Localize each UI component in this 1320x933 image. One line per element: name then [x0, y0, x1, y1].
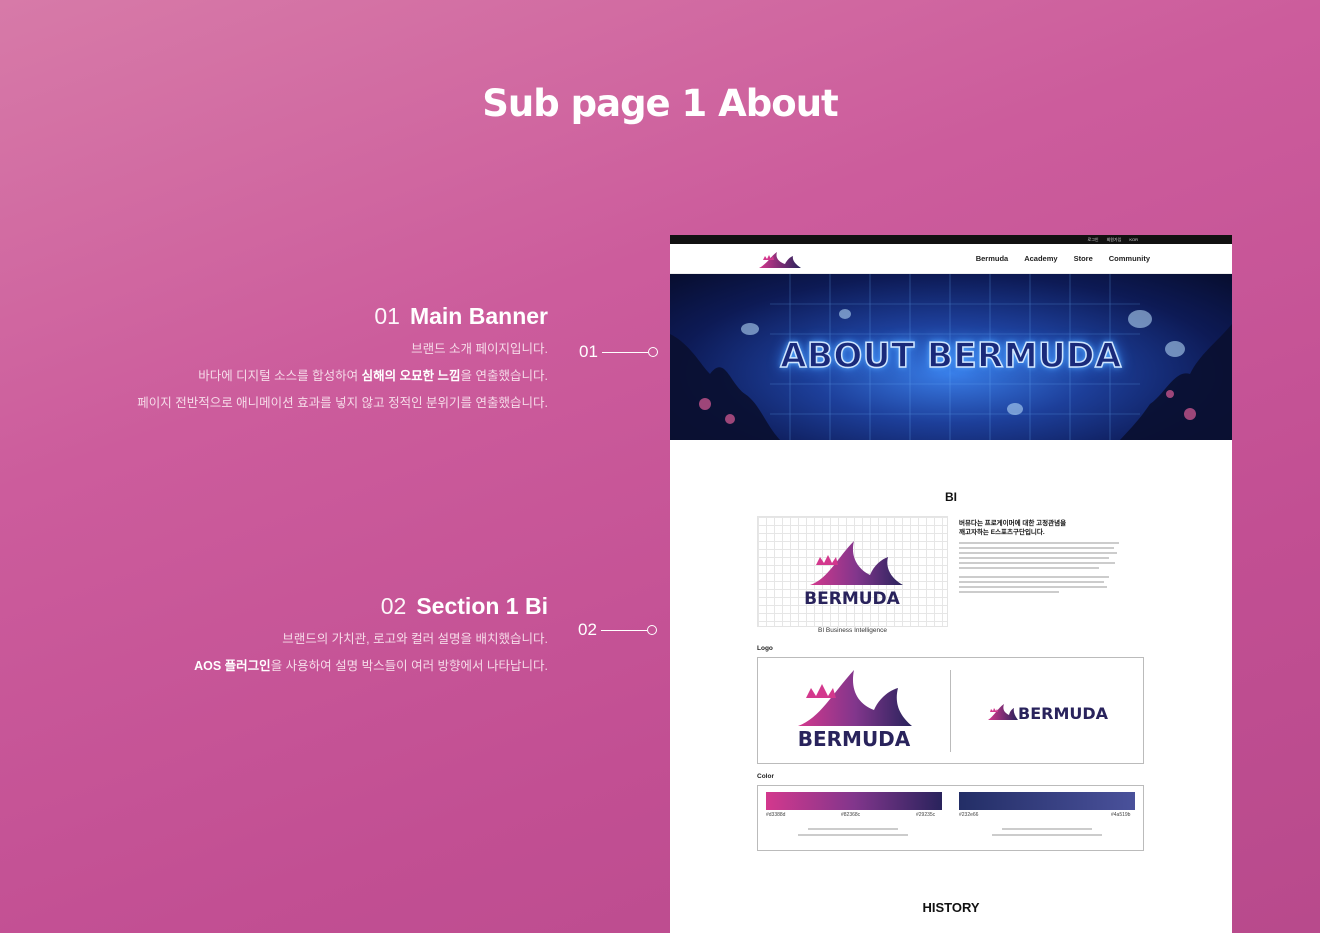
annotation-section-bi: 02 Section 1 Bi 브랜드의 가치관, 로고와 컬러 설명을 배치했습…	[194, 593, 548, 674]
marker-dot-icon	[647, 347, 658, 357]
annotation-line: AOS 플러그인을 사용하여 설명 박스들이 여러 방향에서 나타납니다.	[194, 655, 548, 674]
color-gradient-1	[766, 792, 942, 810]
bi-heading-line: 버뮤다는 프로게이머에 대한 고정관념을	[959, 520, 1067, 527]
nav-item-store[interactable]: Store	[1074, 254, 1093, 263]
annotation-line: 브랜드 소개 페이지입니다.	[411, 342, 548, 356]
bermuda-logo-icon: BERMUDA	[798, 670, 912, 751]
annotation-title: Main Banner	[409, 303, 548, 329]
logo-divider	[950, 670, 951, 752]
marker-dot-icon	[646, 625, 657, 635]
hex-label: #4a519b	[1111, 812, 1131, 818]
annotation-heading: 02 Section 1 Bi	[194, 593, 548, 620]
history-section-title: HISTORY	[922, 900, 980, 915]
bi-body-placeholder	[959, 542, 1124, 593]
logo-wordmark: BERMUDA	[798, 727, 911, 751]
annotation-main-banner: 01 Main Banner 브랜드 소개 페이지입니다. 바다에 디지털 소스를…	[137, 303, 548, 411]
hex-label: #d3388d	[766, 812, 786, 818]
marker-02: 02	[578, 620, 657, 640]
bi-caption: BI Business Intelligence	[817, 627, 887, 634]
marker-01: 01	[579, 342, 658, 362]
annotation-title: Section 1 Bi	[416, 593, 548, 619]
utility-bar: 로그인 회원가입 KOR	[670, 235, 1232, 244]
color-description-1	[788, 826, 918, 840]
bi-description: 버뮤다는 프로게이머에 대한 고정관념을 깨고자하는 E스포츠구단입니다.	[959, 519, 1124, 596]
nav-item-academy[interactable]: Academy	[1024, 254, 1057, 263]
annotation-heading: 01 Main Banner	[137, 303, 548, 330]
bermuda-logo-icon[interactable]	[757, 250, 803, 270]
logo-box: BERMUDA BERMUDA	[757, 657, 1144, 764]
color-description-2	[982, 826, 1112, 840]
logo-wordmark: BERMUDA	[804, 589, 900, 609]
bi-heading-line: 깨고자하는 E스포츠구단입니다.	[959, 529, 1045, 536]
annotation-line: 페이지 전반적으로 애니메이션 효과를 넣지 않고 정적인 분위기를 연출했습니…	[137, 396, 548, 410]
language-link[interactable]: KOR	[1129, 235, 1138, 244]
nav-item-bermuda[interactable]: Bermuda	[976, 254, 1009, 263]
color-box: #d3388d #82368c #29235c #232e66 #4a519b	[757, 785, 1144, 851]
bermuda-logo-icon: BERMUDA	[804, 541, 903, 609]
marker-label: 01	[579, 342, 598, 361]
login-link[interactable]: 로그인	[1088, 235, 1099, 244]
hex-label: #232e66	[959, 812, 979, 818]
logo-wordmark-horizontal: BERMUDA	[1018, 704, 1109, 723]
annotation-number: 02	[380, 593, 407, 619]
marker-label: 02	[578, 620, 597, 639]
page-title: Sub page 1 About	[482, 82, 838, 125]
main-nav: Bermuda Academy Store Community	[976, 254, 1150, 263]
bi-grid-logo: BERMUDA	[757, 516, 948, 627]
bermuda-horizontal-logo-icon: BERMUDA	[988, 704, 1109, 723]
color-label: Color	[757, 773, 774, 780]
logo-label: Logo	[757, 645, 773, 652]
annotation-number: 01	[374, 303, 400, 329]
signup-link[interactable]: 회원가입	[1107, 235, 1122, 244]
website-mockup: 로그인 회원가입 KOR Bermuda Academy Store Commu…	[670, 235, 1232, 933]
hex-label: #29235c	[916, 812, 936, 818]
hex-label: #82368c	[841, 812, 861, 818]
annotation-line: 브랜드의 가치관, 로고와 컬러 설명을 배치했습니다.	[282, 632, 548, 646]
annotation-text: 바다에 디지털 소스를 합성하여	[198, 369, 362, 383]
color-gradient-2	[959, 792, 1135, 810]
annotation-highlight: AOS 플러그인	[194, 659, 271, 673]
main-banner: ABOUT BERMUDA	[670, 274, 1232, 440]
nav-item-community[interactable]: Community	[1109, 254, 1150, 263]
annotation-highlight: 심해의 오묘한 느낌	[361, 369, 461, 383]
bi-section-title: BI	[945, 490, 957, 504]
annotation-line: 바다에 디지털 소스를 합성하여 심해의 오묘한 느낌을 연출했습니다.	[137, 365, 548, 384]
site-header: Bermuda Academy Store Community	[670, 244, 1232, 274]
banner-title: ABOUT BERMUDA	[779, 335, 1122, 377]
annotation-text: 을 사용하여 설명 박스들이 여러 방향에서 나타납니다.	[270, 659, 548, 673]
annotation-text: 을 연출했습니다.	[460, 369, 548, 383]
